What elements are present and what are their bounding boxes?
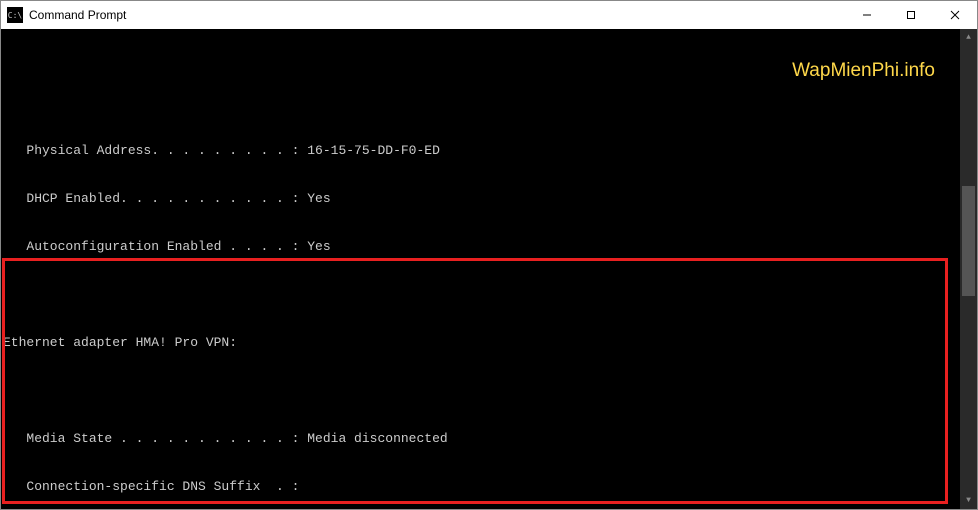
terminal-area[interactable]: WapMienPhi.info Physical Address. . . . … xyxy=(1,29,977,509)
phys-addr-label: Physical Address. . . . . . . . . : xyxy=(3,143,307,158)
close-button[interactable] xyxy=(933,1,977,29)
vertical-scrollbar[interactable]: ▲ ▼ xyxy=(960,29,977,509)
hma-dns-suffix: Connection-specific DNS Suffix . : xyxy=(3,479,299,494)
command-prompt-window: C:\ Command Prompt WapMienPhi.info Physi… xyxy=(0,0,978,510)
phys-addr-value: 16-15-75-DD-F0-ED xyxy=(307,143,440,158)
adapter-hma-header: Ethernet adapter HMA! Pro VPN: xyxy=(1,335,977,351)
window-controls xyxy=(845,1,977,29)
media-state-label: Media State . . . . . . . . . . . : xyxy=(3,431,307,446)
dhcp-label: DHCP Enabled. . . . . . . . . . . : xyxy=(3,191,307,206)
autoconf-label: Autoconfiguration Enabled . . . . : xyxy=(3,239,307,254)
scroll-thumb[interactable] xyxy=(962,186,975,296)
cmd-icon: C:\ xyxy=(7,7,23,23)
scroll-up-arrow[interactable]: ▲ xyxy=(960,29,977,46)
terminal-output: Physical Address. . . . . . . . . : 16-1… xyxy=(1,111,977,509)
media-state-value: Media disconnected xyxy=(307,431,447,446)
window-title: Command Prompt xyxy=(29,8,845,22)
minimize-button[interactable] xyxy=(845,1,889,29)
scroll-down-arrow[interactable]: ▼ xyxy=(960,492,977,509)
watermark-text: WapMienPhi.info xyxy=(792,63,935,79)
dhcp-value: Yes xyxy=(307,191,330,206)
titlebar[interactable]: C:\ Command Prompt xyxy=(1,1,977,29)
scroll-track[interactable] xyxy=(960,46,977,492)
maximize-button[interactable] xyxy=(889,1,933,29)
autoconf-value: Yes xyxy=(307,239,330,254)
